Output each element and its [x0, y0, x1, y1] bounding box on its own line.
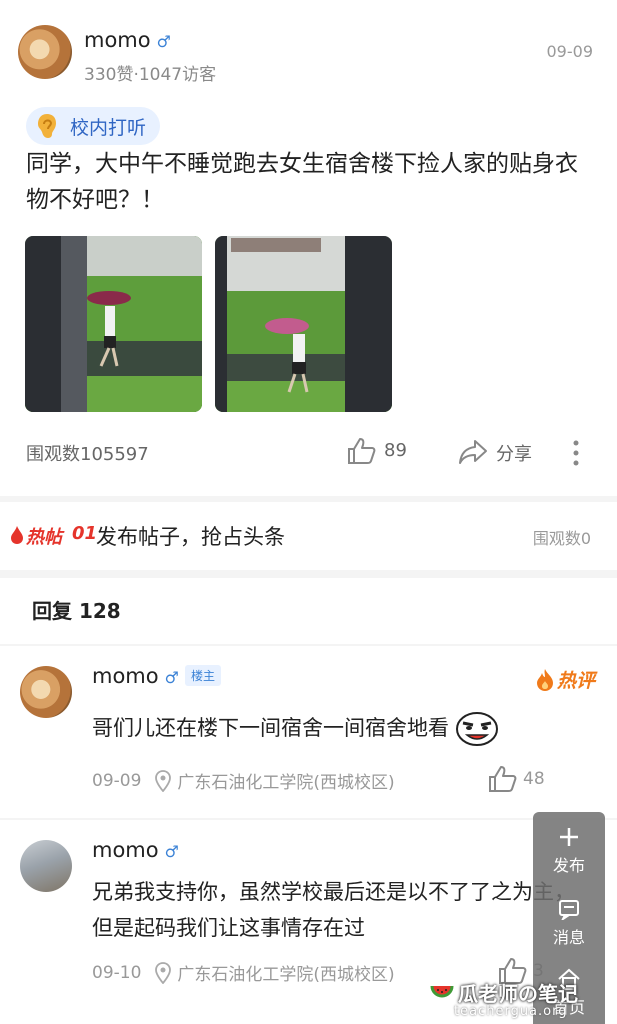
author-username[interactable]: momo: [84, 28, 151, 52]
hot-comment-label: 热评: [556, 670, 595, 692]
comment-text: 兄弟我支持你，虽然学校最后还是以不了了之为主，但是起码我们让这事情存在过: [92, 880, 575, 940]
commenter-name[interactable]: momo ♂ 楼主: [92, 664, 221, 688]
section-divider: [0, 570, 617, 578]
watermark: 瓜老师の笔记 teachergua.org: [430, 978, 615, 1024]
post-views: 围观数105597: [26, 444, 149, 465]
plus-icon: [560, 828, 578, 846]
commenter-username[interactable]: momo: [92, 838, 159, 862]
comment-date: 09-09: [92, 770, 142, 791]
post-photo-1[interactable]: [25, 236, 202, 412]
post-date: 09-09: [546, 42, 594, 61]
watermark-title: 瓜老师の笔记: [458, 982, 578, 1006]
flame-icon: [536, 668, 553, 691]
comment-meta: 09-10 广东石油化工学院(西城校区): [92, 960, 395, 985]
male-gender-icon: ♂: [156, 32, 171, 51]
hot-post-badge: 热帖: [26, 527, 62, 548]
publish-button[interactable]: 发布: [533, 826, 605, 876]
post-header: momo ♂ 330赞·1047访客 09-09: [0, 0, 617, 100]
post-like-count: 89: [384, 440, 407, 461]
author-avatar[interactable]: [18, 25, 72, 79]
watermark-url: teachergua.org: [454, 1004, 568, 1019]
comment-item: momo ♂ 楼主 热评 哥们儿还在楼下一间宿舍一间宿舍地看 09-09 广东石油化…: [0, 646, 617, 816]
commenter-avatar[interactable]: [20, 840, 72, 892]
share-button[interactable]: 分享: [496, 440, 532, 466]
photo-1-image: [25, 236, 202, 412]
replies-heading: 回复 128: [32, 599, 121, 623]
topic-tag-label: 校内打听: [70, 116, 147, 139]
comment-meta: 09-09 广东石油化工学院(西城校区): [92, 768, 395, 793]
more-options-icon[interactable]: [566, 438, 586, 468]
author-name[interactable]: momo ♂: [84, 28, 171, 52]
comment-location: 广东石油化工学院(西城校区): [177, 773, 395, 793]
owner-badge: 楼主: [184, 665, 221, 686]
hot-post-views: 围观数0: [532, 529, 591, 548]
ear-icon: [38, 114, 56, 138]
message-icon: [559, 900, 579, 922]
author-stats: 330赞·1047访客: [84, 65, 217, 85]
hot-post-rank: 01: [72, 523, 98, 544]
commenter-username[interactable]: momo: [92, 664, 159, 688]
watermelon-logo-icon: [430, 985, 454, 998]
post-photo-2[interactable]: [215, 236, 392, 412]
comment-location: 广东石油化工学院(西城校区): [177, 965, 395, 985]
male-gender-icon: ♂: [164, 668, 179, 687]
location-pin-icon: [155, 769, 172, 792]
post-actions: 围观数105597 89 分享: [0, 430, 617, 474]
thumbs-up-icon[interactable]: [487, 765, 517, 793]
hot-comment-badge: 热评: [535, 666, 595, 693]
comment-date: 09-10: [92, 962, 142, 983]
location-pin-icon: [155, 961, 172, 984]
post-title: 同学，大中午不睡觉跑去女生宿舍楼下捡人家的贴身衣物不好吧？！: [26, 151, 578, 213]
topic-tag[interactable]: 校内打听: [26, 107, 161, 145]
commenter-name[interactable]: momo ♂: [92, 838, 179, 862]
comment-text-body: 哥们儿还在楼下一间宿舍一间宿舍地看: [92, 716, 449, 740]
commenter-avatar[interactable]: [20, 666, 72, 718]
messages-button[interactable]: 消息: [533, 898, 605, 948]
smirk-face-emoji-icon: [456, 712, 498, 746]
comment-like-count: 48: [523, 769, 545, 789]
thumbs-up-icon[interactable]: [346, 437, 376, 465]
fire-drop-icon: [11, 526, 23, 544]
comment-text: 哥们儿还在楼下一间宿舍一间宿舍地看: [92, 710, 592, 747]
photo-2-image: [215, 236, 392, 412]
share-icon[interactable]: [458, 438, 488, 466]
hot-post-banner[interactable]: 热帖 01 发布帖子，抢占头条 围观数0: [0, 500, 617, 570]
messages-label: 消息: [552, 928, 585, 947]
hot-post-text: 发布帖子，抢占头条: [96, 525, 285, 549]
publish-label: 发布: [552, 856, 585, 875]
male-gender-icon: ♂: [164, 842, 179, 861]
